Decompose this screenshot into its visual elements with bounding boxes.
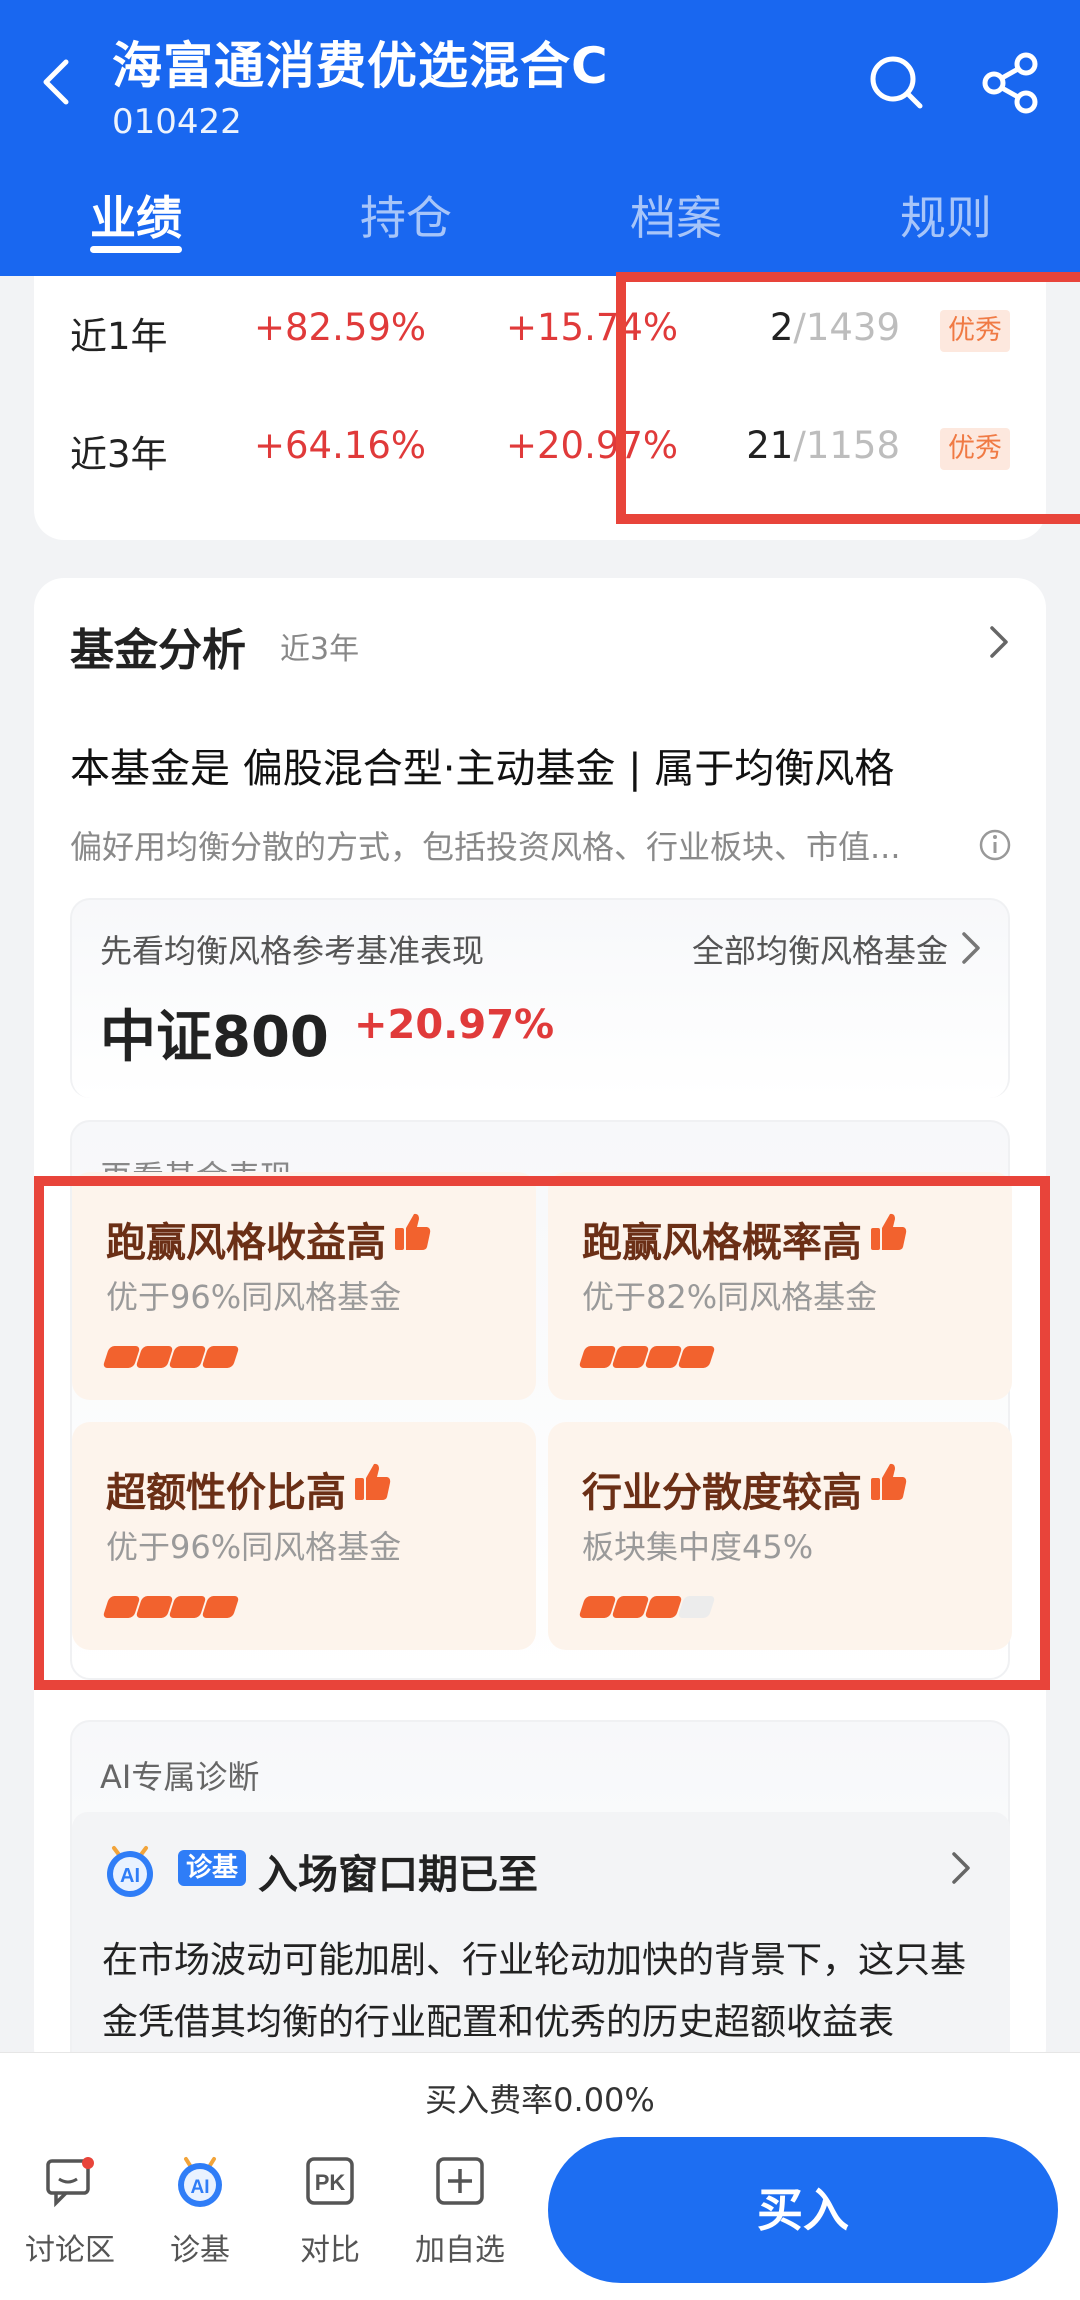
all-balanced-funds-link[interactable]: 全部均衡风格基金 [692,926,948,972]
chevron-right-icon[interactable] [952,930,988,966]
period-label: 近3年 [70,433,168,476]
nav-compare[interactable]: PK 对比 [270,2153,390,2269]
nav-discussion[interactable]: 讨论区 [10,2153,130,2269]
benchmark-label: 先看均衡风格参考基准表现 [100,932,485,970]
fund-title: 海富通消费优选混合C [112,37,609,95]
analysis-period: 近3年 [280,632,360,667]
svg-text:AI: AI [191,2177,210,2198]
search-icon[interactable] [862,48,932,118]
back-arrow-icon[interactable] [30,52,90,112]
tab-holdings[interactable]: 持仓 [360,182,452,248]
highlight-box-performance [34,1176,1050,1690]
tab-bar: 业绩 持仓 档案 规则 [0,170,1080,260]
share-icon[interactable] [976,48,1046,118]
nav-label: 讨论区 [25,2233,115,2268]
tab-profile[interactable]: 档案 [630,182,722,248]
nav-add-watchlist[interactable]: 加自选 [400,2153,520,2269]
tab-performance[interactable]: 业绩 [90,182,182,248]
ai-diagnosis-text: 在市场波动可能加剧、行业轮动加快的背景下，这只基金凭借其均衡的行业配置和优秀的历… [102,1940,967,2043]
nav-label: 加自选 [415,2233,505,2268]
nav-label: 对比 [300,2233,360,2268]
tab-rules[interactable]: 规则 [900,182,992,248]
benchmark-index-name: 中证800 [100,1005,329,1070]
highlight-box-rank [616,272,1080,524]
ai-diagnosis-panel: AI专属诊断 AI 诊基 入场窗口期已至 在市场波动可能加剧、行业轮动加快的背景… [70,1720,1010,2112]
pk-compare-icon: PK [306,2157,354,2205]
chevron-right-icon[interactable] [942,1850,978,1886]
ai-diagnosis-title: 入场窗口期已至 [258,1852,538,1898]
ai-diagnosis-label: AI专属诊断 [100,1758,260,1796]
fund-return: +82.59% [254,306,427,349]
add-watchlist-icon [436,2157,484,2205]
diagnose-tag: 诊基 [178,1850,247,1886]
ai-robot-icon: AI [107,1846,153,1897]
fund-return: +64.16% [254,424,427,467]
benchmark-panel[interactable]: 先看均衡风格参考基准表现 全部均衡风格基金 中证800 +20.97% [70,898,1010,1098]
info-icon[interactable] [978,828,1012,862]
ai-diagnose-icon: AI [178,2157,222,2207]
fund-type-headline: 本基金是 偏股混合型·主动基金 | 属于均衡风格 [70,746,895,792]
fund-code: 010422 [112,102,242,142]
svg-text:PK: PK [315,2170,346,2195]
chat-icon [46,2157,94,2208]
app-header: 海富通消费优选混合C 010422 业绩 持仓 档案 规则 [0,0,1080,276]
period-label: 近1年 [70,315,168,358]
svg-text:AI: AI [120,1865,140,1887]
nav-label: 诊基 [170,2233,230,2268]
nav-diagnose[interactable]: AI 诊基 [140,2153,260,2269]
benchmark-index-return: +20.97% [354,1002,555,1048]
active-tab-indicator [90,246,182,253]
bottom-action-bar: 买入费率0.00% 讨论区 AI 诊基 PK 对比 加自选 买入 [0,2052,1080,2300]
style-description: 偏好用均衡分散的方式，包括投资风格、行业板块、市值... [70,828,901,866]
analysis-title: 基金分析 [70,625,246,676]
buy-button[interactable]: 买入 [548,2137,1058,2283]
buy-fee-rate: 买入费率0.00% [425,2081,655,2119]
chevron-right-icon[interactable] [980,624,1016,660]
